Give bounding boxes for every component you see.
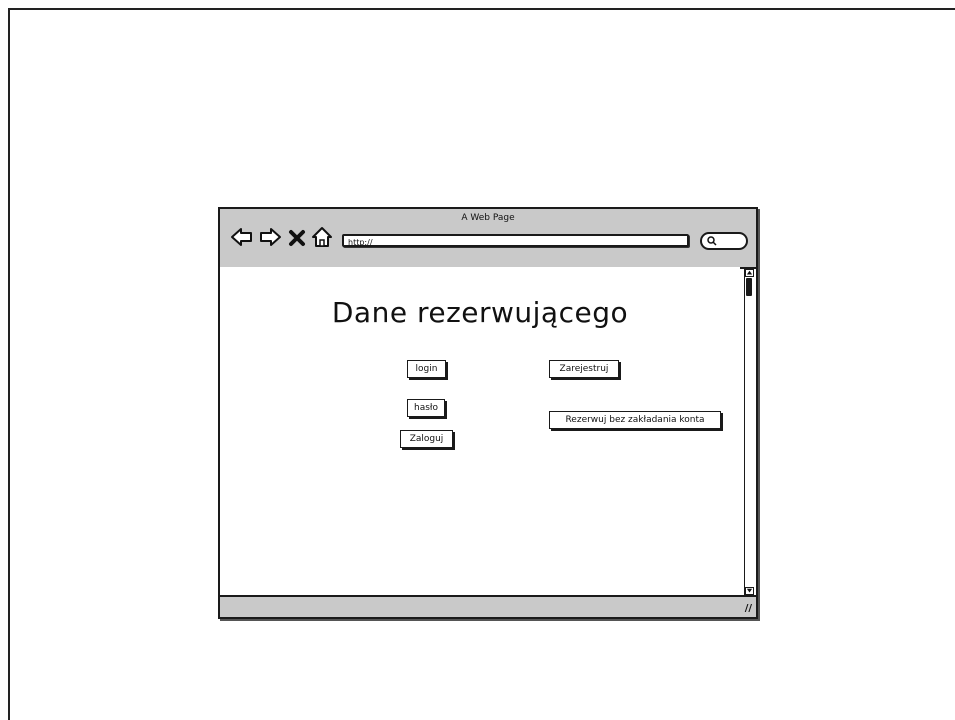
- register-button[interactable]: Zarejestruj: [549, 360, 619, 378]
- scroll-down-arrow-icon[interactable]: [745, 587, 754, 595]
- guest-booking-button[interactable]: Rezerwuj bez zakładania konta: [549, 411, 721, 429]
- vertical-scrollbar[interactable]: [744, 269, 754, 595]
- forward-arrow-icon[interactable]: [258, 226, 282, 248]
- home-icon[interactable]: [310, 226, 334, 248]
- login-input[interactable]: login: [407, 360, 446, 378]
- search-icon: [707, 236, 717, 246]
- search-field[interactable]: [700, 232, 748, 250]
- browser-window: A Web Page http:// Dane rezerwującego lo…: [218, 207, 758, 619]
- page-title: Dane rezerwującego: [331, 296, 629, 329]
- url-bar[interactable]: http://: [342, 234, 689, 247]
- window-title: A Web Page: [461, 213, 515, 223]
- login-button[interactable]: Zaloguj: [400, 430, 453, 448]
- status-bar: //: [220, 595, 756, 617]
- resize-grip-icon[interactable]: //: [745, 603, 752, 614]
- browser-toolbar: A Web Page http://: [220, 209, 756, 269]
- password-input[interactable]: hasło: [407, 399, 445, 417]
- scroll-up-arrow-icon[interactable]: [745, 269, 754, 277]
- close-x-icon[interactable]: [288, 226, 306, 248]
- back-arrow-icon[interactable]: [230, 226, 254, 248]
- scroll-thumb[interactable]: [746, 278, 752, 296]
